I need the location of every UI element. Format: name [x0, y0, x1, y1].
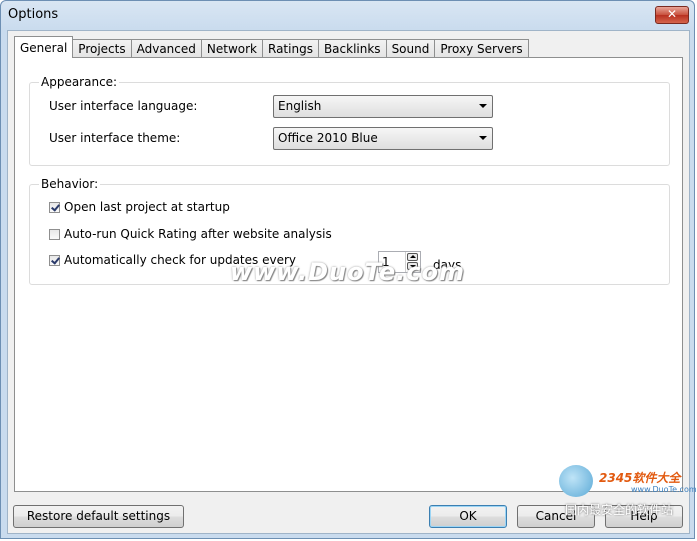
checkbox-unchecked-icon[interactable] — [49, 228, 60, 240]
window-title: Options — [8, 7, 59, 22]
tab-proxy-servers[interactable]: Proxy Servers — [435, 39, 529, 58]
theme-select[interactable]: Office 2010 Blue — [273, 127, 493, 150]
site-logo-watermark: 2345软件大全 www.DuoTe.com 国内最安全的软件站 — [557, 463, 697, 519]
open-last-project-checkbox[interactable]: Open last project at startup — [49, 200, 230, 214]
chevron-down-icon — [479, 104, 487, 108]
chevron-down-icon — [479, 136, 487, 140]
checkbox-checked-icon[interactable] — [49, 201, 60, 213]
logo-url: www.DuoTe.com — [631, 485, 697, 494]
tab-projects[interactable]: Projects — [73, 39, 132, 58]
ok-button[interactable]: OK — [429, 505, 507, 528]
close-icon[interactable]: ✕ — [655, 6, 689, 24]
language-value: English — [278, 99, 322, 113]
tab-ratings[interactable]: Ratings — [263, 39, 319, 58]
options-window: Options ✕ General Projects Advanced Netw… — [0, 0, 697, 539]
tab-strip: General Projects Advanced Network Rating… — [14, 36, 529, 58]
watermark-text: www.DuoTe.com — [230, 258, 465, 286]
tab-sound[interactable]: Sound — [386, 39, 436, 58]
tab-general[interactable]: General — [14, 36, 74, 58]
tab-network[interactable]: Network — [201, 39, 263, 58]
restore-defaults-button[interactable]: Restore default settings — [13, 505, 184, 528]
language-select[interactable]: English — [273, 95, 493, 118]
checkbox-checked-icon[interactable] — [49, 254, 60, 266]
auto-run-quick-rating-label: Auto-run Quick Rating after website anal… — [64, 227, 332, 241]
tab-backlinks[interactable]: Backlinks — [318, 39, 387, 58]
appearance-group: Appearance: User interface language: Eng… — [29, 75, 670, 166]
logo-title: 2345软件大全 — [599, 471, 681, 485]
behavior-label: Behavior: — [39, 177, 101, 191]
open-last-project-label: Open last project at startup — [64, 200, 230, 214]
logo-tagline: 国内最安全的软件站 — [565, 503, 674, 517]
logo-mascot-icon — [559, 465, 593, 497]
general-panel: Appearance: User interface language: Eng… — [14, 57, 683, 492]
language-label: User interface language: — [49, 99, 198, 113]
dialog-client: General Projects Advanced Network Rating… — [7, 30, 690, 534]
theme-value: Office 2010 Blue — [278, 131, 378, 145]
title-bar: Options ✕ — [1, 1, 694, 29]
appearance-label: Appearance: — [39, 75, 120, 89]
theme-label: User interface theme: — [49, 131, 181, 145]
auto-run-quick-rating-checkbox[interactable]: Auto-run Quick Rating after website anal… — [49, 227, 332, 241]
tab-advanced[interactable]: Advanced — [131, 39, 202, 58]
